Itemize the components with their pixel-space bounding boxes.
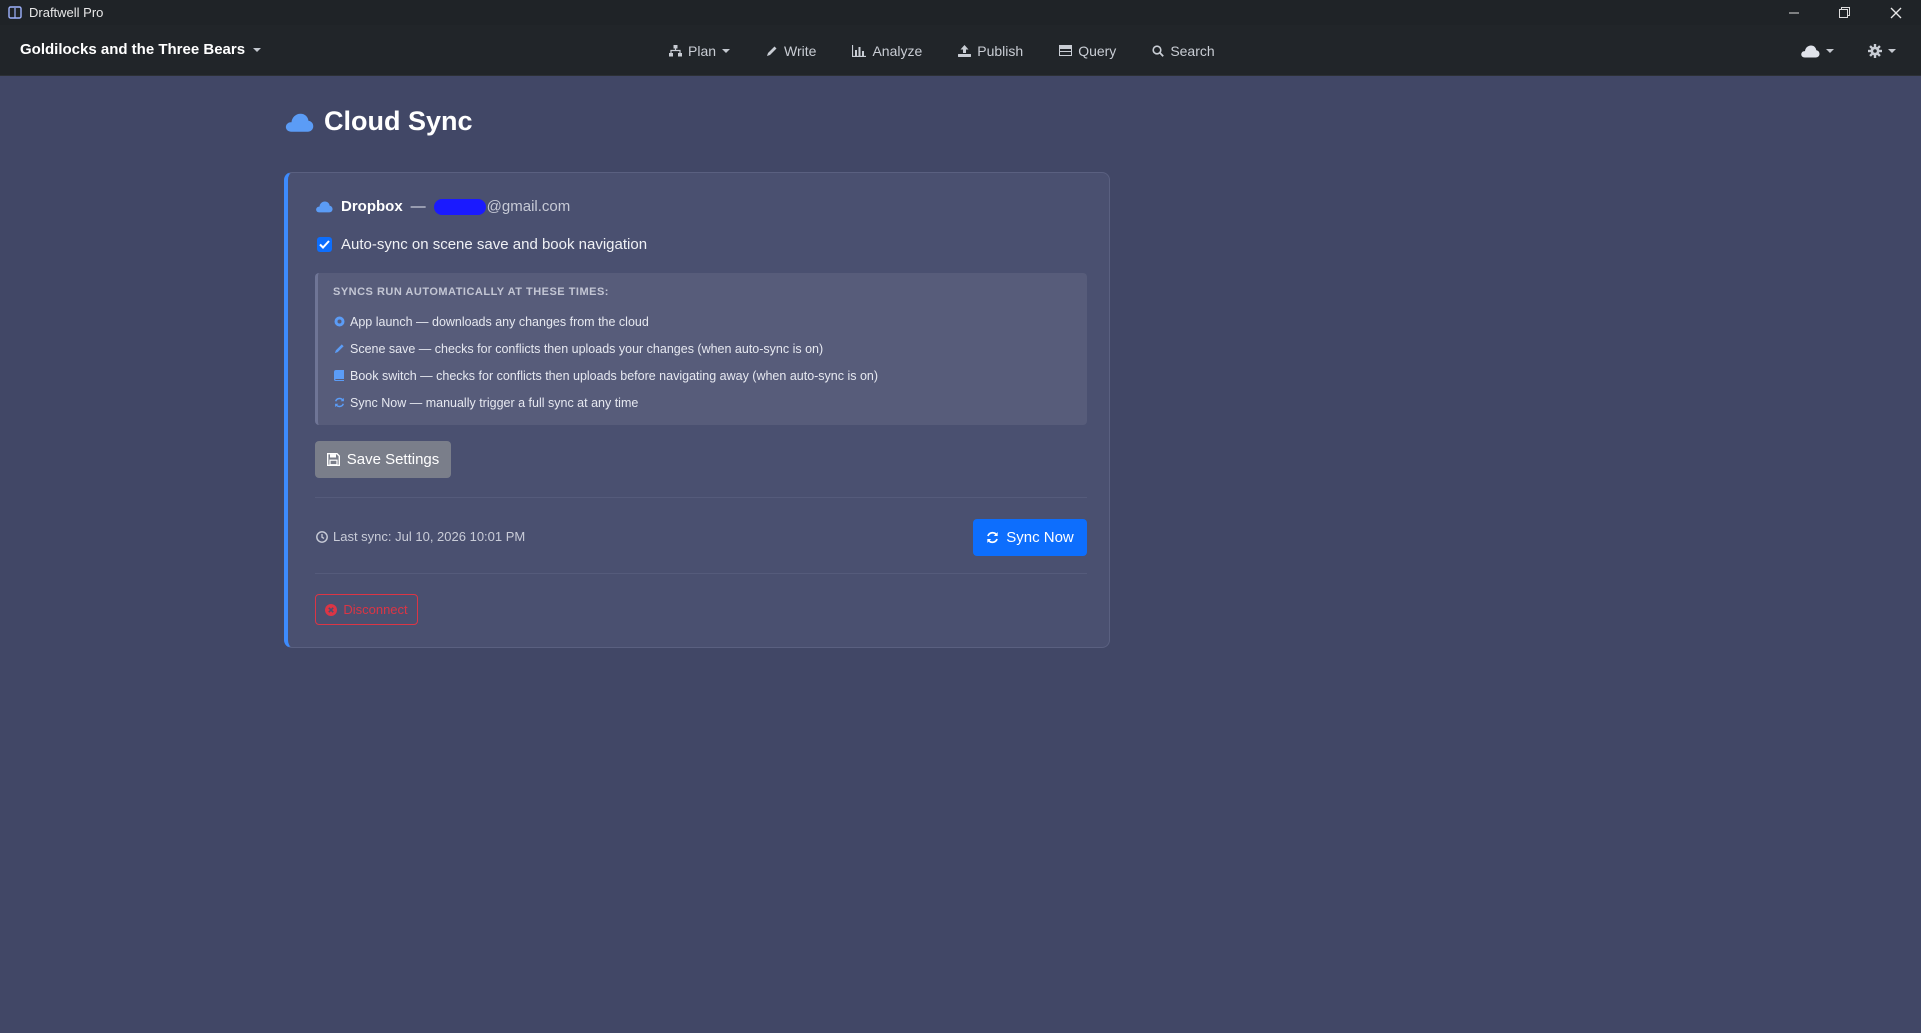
close-button[interactable] xyxy=(1870,0,1921,25)
last-sync-status: Last sync: Jul 10, 2026 10:01 PM xyxy=(316,529,525,544)
nav-label: Analyze xyxy=(872,42,923,59)
book-title: Goldilocks and the Three Bears xyxy=(20,41,246,58)
book-selector[interactable]: Goldilocks and the Three Bears xyxy=(20,41,262,58)
chevron-down-icon xyxy=(253,47,262,52)
page-title-text: Cloud Sync xyxy=(324,106,473,136)
refresh-icon xyxy=(333,397,345,408)
power-icon xyxy=(333,316,345,327)
minimize-icon xyxy=(1788,12,1799,13)
autosync-label: Auto-sync on scene save and book navigat… xyxy=(341,236,648,253)
chevron-down-icon xyxy=(1888,48,1896,53)
sync-now-label: Sync Now xyxy=(1006,529,1074,546)
provider-separator: — xyxy=(410,198,426,215)
page-title: Cloud Sync xyxy=(284,106,473,137)
clock-icon xyxy=(316,530,328,543)
cloud-sync-card: Dropbox — @gmail.com Auto-sync on scene … xyxy=(284,172,1110,648)
provider-name: Dropbox xyxy=(341,198,403,215)
navbar-right xyxy=(1800,25,1896,76)
pencil-icon xyxy=(767,46,777,56)
last-sync-text: Last sync: Jul 10, 2026 10:01 PM xyxy=(333,529,526,544)
close-icon xyxy=(1890,7,1901,18)
sitemap-icon xyxy=(669,44,682,56)
nav-label: Plan xyxy=(688,42,717,59)
nav-write[interactable]: Write xyxy=(748,25,834,76)
upload-icon xyxy=(958,44,972,57)
redacted-email-user xyxy=(433,198,486,215)
info-item-text: Sync Now — manually trigger a full sync … xyxy=(350,395,639,410)
table-icon xyxy=(1059,45,1073,56)
gear-icon xyxy=(1868,43,1882,58)
minimize-button[interactable] xyxy=(1768,0,1819,25)
email-suffix: @gmail.com xyxy=(486,198,571,215)
nav-label: Search xyxy=(1170,42,1215,59)
window-titlebar: Draftwell Pro xyxy=(0,0,1921,25)
book-icon xyxy=(333,370,345,381)
nav-search[interactable]: Search xyxy=(1134,25,1232,76)
refresh-icon xyxy=(987,531,999,544)
list-item: Scene save — checks for conflicts then u… xyxy=(333,335,1087,362)
nav-publish[interactable]: Publish xyxy=(940,25,1041,76)
provider-row: Dropbox — @gmail.com xyxy=(315,198,570,215)
nav-label: Query xyxy=(1078,42,1117,59)
disconnect-button[interactable]: Disconnect xyxy=(315,594,418,625)
restore-icon xyxy=(1839,7,1850,18)
save-icon xyxy=(326,453,340,466)
divider xyxy=(315,497,1087,498)
autosync-checkbox[interactable] xyxy=(317,237,332,252)
app-navbar: Goldilocks and the Three Bears Plan Writ… xyxy=(0,25,1921,76)
sync-schedule-info: SYNCS RUN AUTOMATICALLY AT THESE TIMES: … xyxy=(315,273,1087,425)
cloud-menu-button[interactable] xyxy=(1800,44,1834,58)
divider xyxy=(315,573,1087,574)
settings-menu-button[interactable] xyxy=(1868,43,1896,58)
cloud-icon xyxy=(1801,45,1820,57)
info-item-text: App launch — downloads any changes from … xyxy=(350,314,649,329)
pencil-icon xyxy=(333,343,345,354)
nav-plan[interactable]: Plan xyxy=(651,25,748,76)
window-title: Draftwell Pro xyxy=(29,5,104,20)
nav-analyze[interactable]: Analyze xyxy=(834,25,940,76)
save-settings-button[interactable]: Save Settings xyxy=(315,441,451,478)
cloud-icon xyxy=(316,201,333,213)
main-nav: Plan Write Analyze Publish Query Search xyxy=(651,25,1233,76)
list-item: Book switch — checks for conflicts then … xyxy=(333,362,1087,389)
times-circle-icon xyxy=(325,603,338,616)
autosync-option[interactable]: Auto-sync on scene save and book navigat… xyxy=(317,236,647,253)
chevron-down-icon xyxy=(722,48,731,53)
save-settings-label: Save Settings xyxy=(346,451,440,468)
book-icon xyxy=(8,6,22,20)
info-heading: SYNCS RUN AUTOMATICALLY AT THESE TIMES: xyxy=(333,286,609,298)
list-item: App launch — downloads any changes from … xyxy=(333,308,1087,335)
cloud-icon xyxy=(285,113,314,132)
nav-label: Publish xyxy=(977,42,1024,59)
bar-chart-icon xyxy=(852,44,867,57)
sync-now-button[interactable]: Sync Now xyxy=(973,519,1087,556)
nav-query[interactable]: Query xyxy=(1041,25,1134,76)
nav-label: Write xyxy=(784,42,817,59)
info-item-text: Book switch — checks for conflicts then … xyxy=(350,368,879,383)
account-email: @gmail.com xyxy=(433,198,571,215)
restore-button[interactable] xyxy=(1819,0,1870,25)
search-icon xyxy=(1152,44,1165,57)
chevron-down-icon xyxy=(1826,48,1834,53)
list-item: Sync Now — manually trigger a full sync … xyxy=(333,389,1087,416)
disconnect-label: Disconnect xyxy=(343,602,408,617)
check-icon xyxy=(319,240,330,249)
info-item-text: Scene save — checks for conflicts then u… xyxy=(350,341,824,356)
